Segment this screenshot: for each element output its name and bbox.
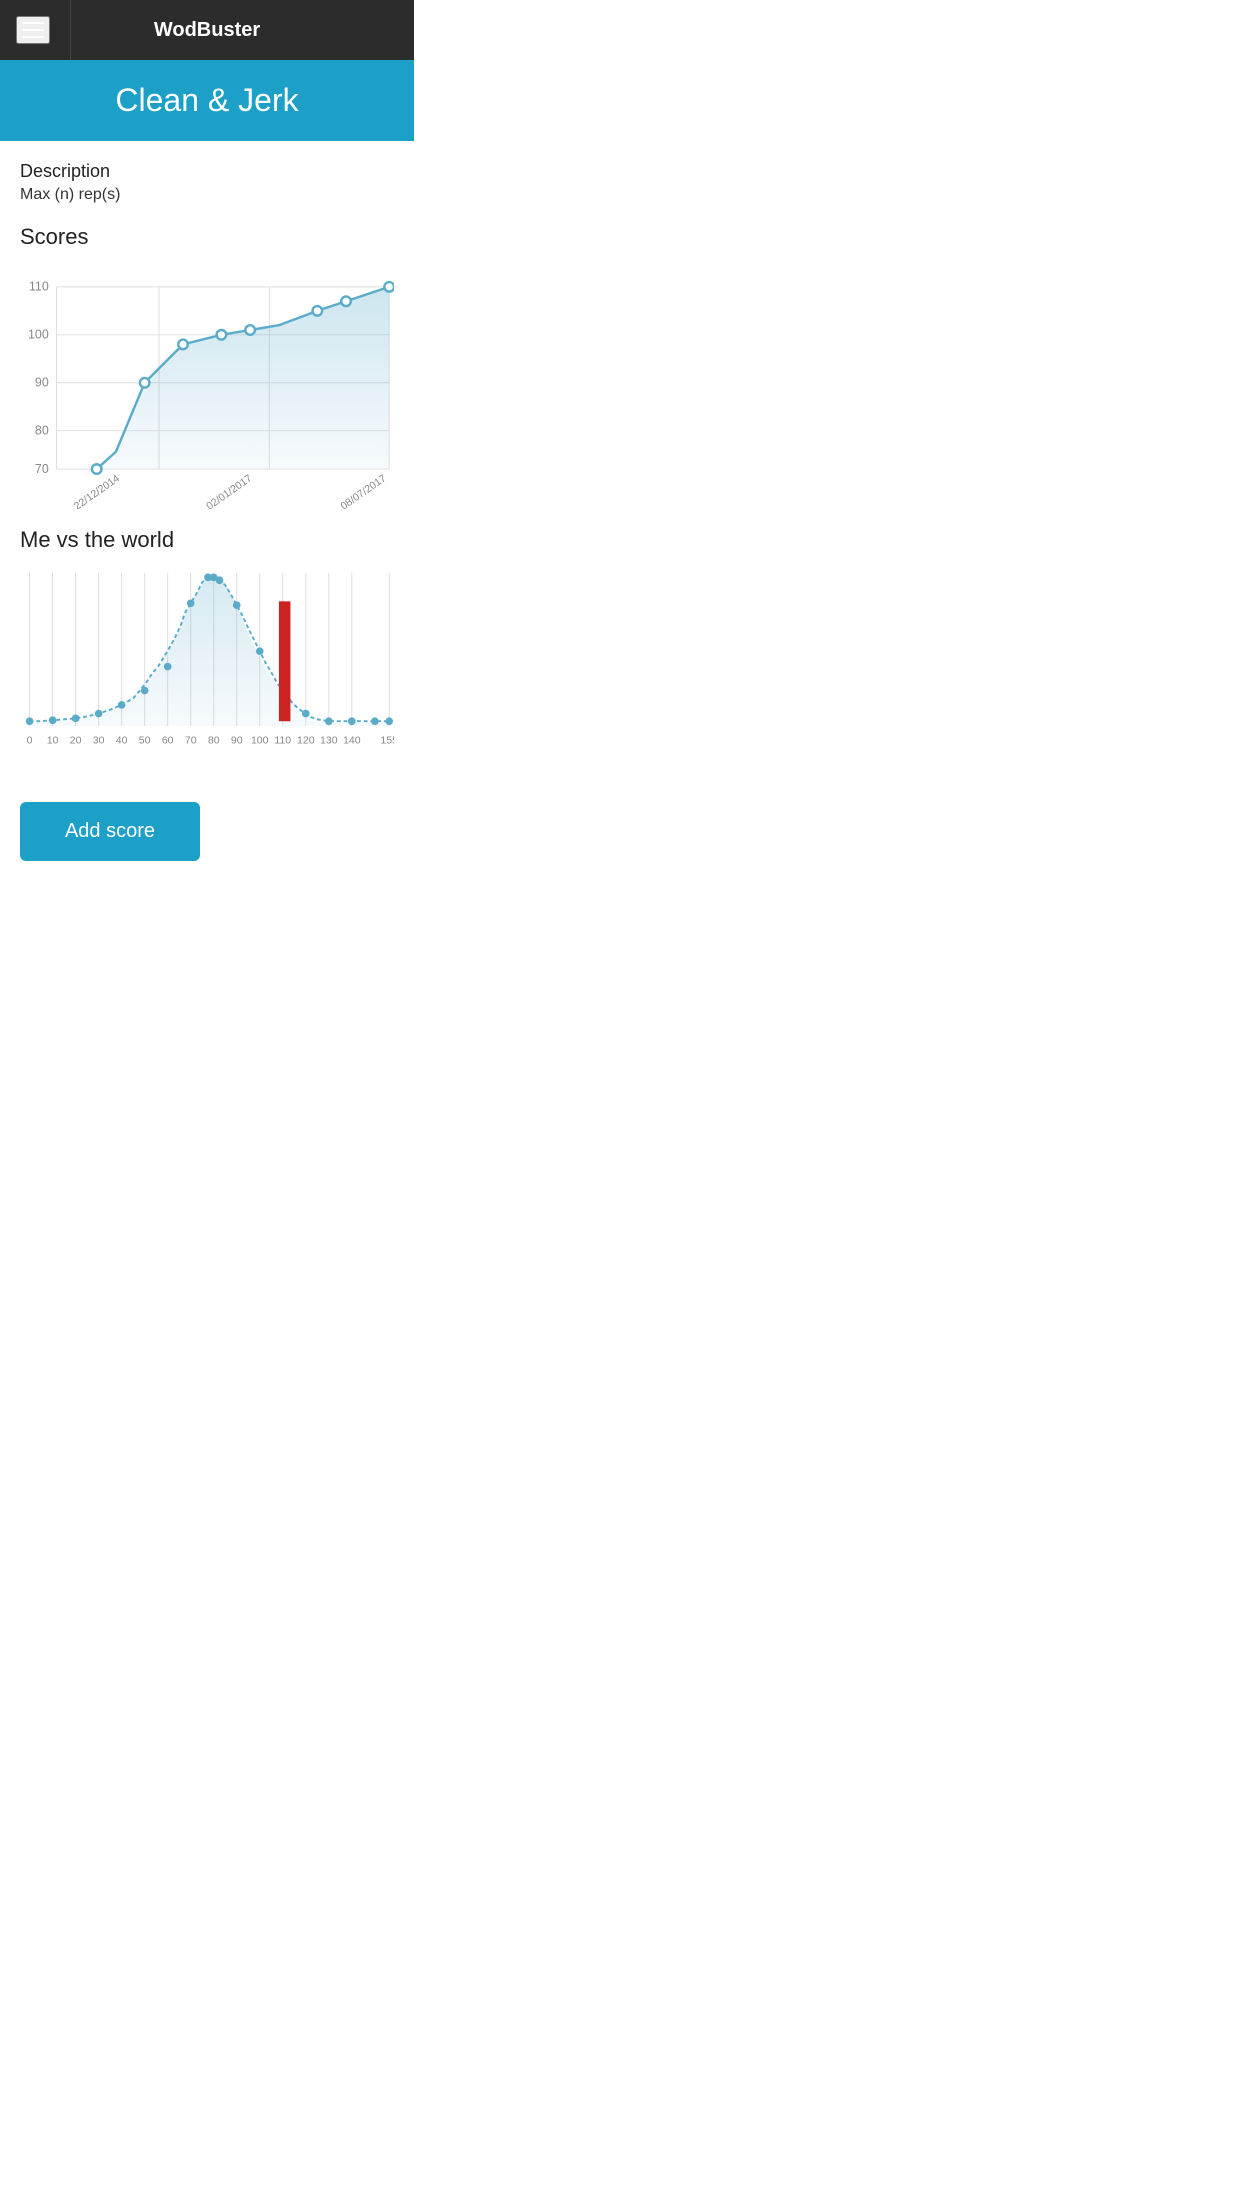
bell-dot: [49, 717, 57, 725]
svg-text:10: 10: [47, 735, 59, 747]
svg-text:60: 60: [162, 735, 174, 747]
bell-dot: [164, 663, 172, 671]
menu-button[interactable]: [16, 16, 50, 44]
page-banner: Clean & Jerk: [0, 60, 414, 141]
svg-text:80: 80: [35, 424, 49, 438]
bell-dot: [256, 648, 264, 656]
bell-dot: [325, 718, 333, 726]
bell-dot: [216, 577, 224, 585]
content-area: Description Max (n) rep(s) Scores 110 10…: [0, 141, 414, 774]
svg-text:90: 90: [35, 376, 49, 390]
mvw-label: Me vs the world: [20, 527, 394, 553]
svg-text:20: 20: [70, 735, 82, 747]
chart-dot: [312, 306, 322, 316]
bell-dot: [233, 602, 241, 610]
chart-dot: [217, 330, 227, 340]
svg-text:110: 110: [29, 280, 49, 294]
bell-dot: [385, 718, 393, 726]
bell-dot: [95, 710, 103, 718]
scores-chart-svg: 110 100 90 80 70: [20, 260, 394, 509]
svg-text:110: 110: [274, 735, 291, 747]
svg-text:70: 70: [35, 462, 49, 476]
user-score-bar: [279, 602, 291, 722]
bell-fill: [30, 576, 390, 727]
mvw-chart: 0 10 20 30 40 50 60 70 80 90 100 110 120…: [20, 563, 394, 774]
top-bar-divider: [70, 0, 71, 60]
page-title: Clean & Jerk: [16, 82, 398, 119]
bell-dot: [26, 718, 34, 726]
mvw-chart-svg: 0 10 20 30 40 50 60 70 80 90 100 110 120…: [20, 563, 394, 774]
svg-text:100: 100: [28, 328, 49, 342]
chart-dot: [178, 340, 188, 350]
description-label: Description: [20, 161, 394, 182]
svg-text:155: 155: [380, 735, 394, 747]
scores-chart: 110 100 90 80 70: [20, 260, 394, 509]
chart-dot: [384, 282, 394, 292]
svg-text:80: 80: [208, 735, 220, 747]
svg-text:90: 90: [231, 735, 243, 747]
bottom-area: Add score: [0, 782, 414, 889]
svg-text:30: 30: [93, 735, 105, 747]
svg-text:70: 70: [185, 735, 197, 747]
scores-label: Scores: [20, 224, 394, 250]
hamburger-icon: [22, 36, 44, 38]
bell-dot: [371, 718, 379, 726]
description-value: Max (n) rep(s): [20, 186, 394, 204]
add-score-button[interactable]: Add score: [20, 802, 200, 861]
svg-text:140: 140: [343, 735, 361, 747]
svg-text:08/07/2017: 08/07/2017: [338, 472, 388, 509]
app-title: WodBuster: [154, 19, 260, 42]
hamburger-icon: [22, 29, 44, 31]
bell-dot: [72, 715, 80, 723]
chart-dot: [140, 378, 150, 388]
svg-text:50: 50: [139, 735, 151, 747]
chart-fill-area: [97, 287, 389, 469]
svg-text:100: 100: [251, 735, 269, 747]
bell-dot: [302, 710, 310, 718]
svg-text:120: 120: [297, 735, 315, 747]
svg-text:22/12/2014: 22/12/2014: [72, 472, 122, 509]
svg-text:40: 40: [116, 735, 128, 747]
bell-dot: [348, 718, 356, 726]
top-bar: WodBuster: [0, 0, 414, 60]
svg-text:130: 130: [320, 735, 338, 747]
chart-dot: [341, 296, 351, 306]
svg-text:0: 0: [27, 735, 33, 747]
chart-dot: [92, 464, 102, 474]
chart-dot: [245, 325, 255, 335]
bell-dot: [187, 600, 195, 608]
bell-dot: [141, 687, 149, 695]
svg-text:02/01/2017: 02/01/2017: [204, 472, 254, 509]
bell-dot: [118, 701, 126, 709]
hamburger-icon: [22, 22, 44, 24]
